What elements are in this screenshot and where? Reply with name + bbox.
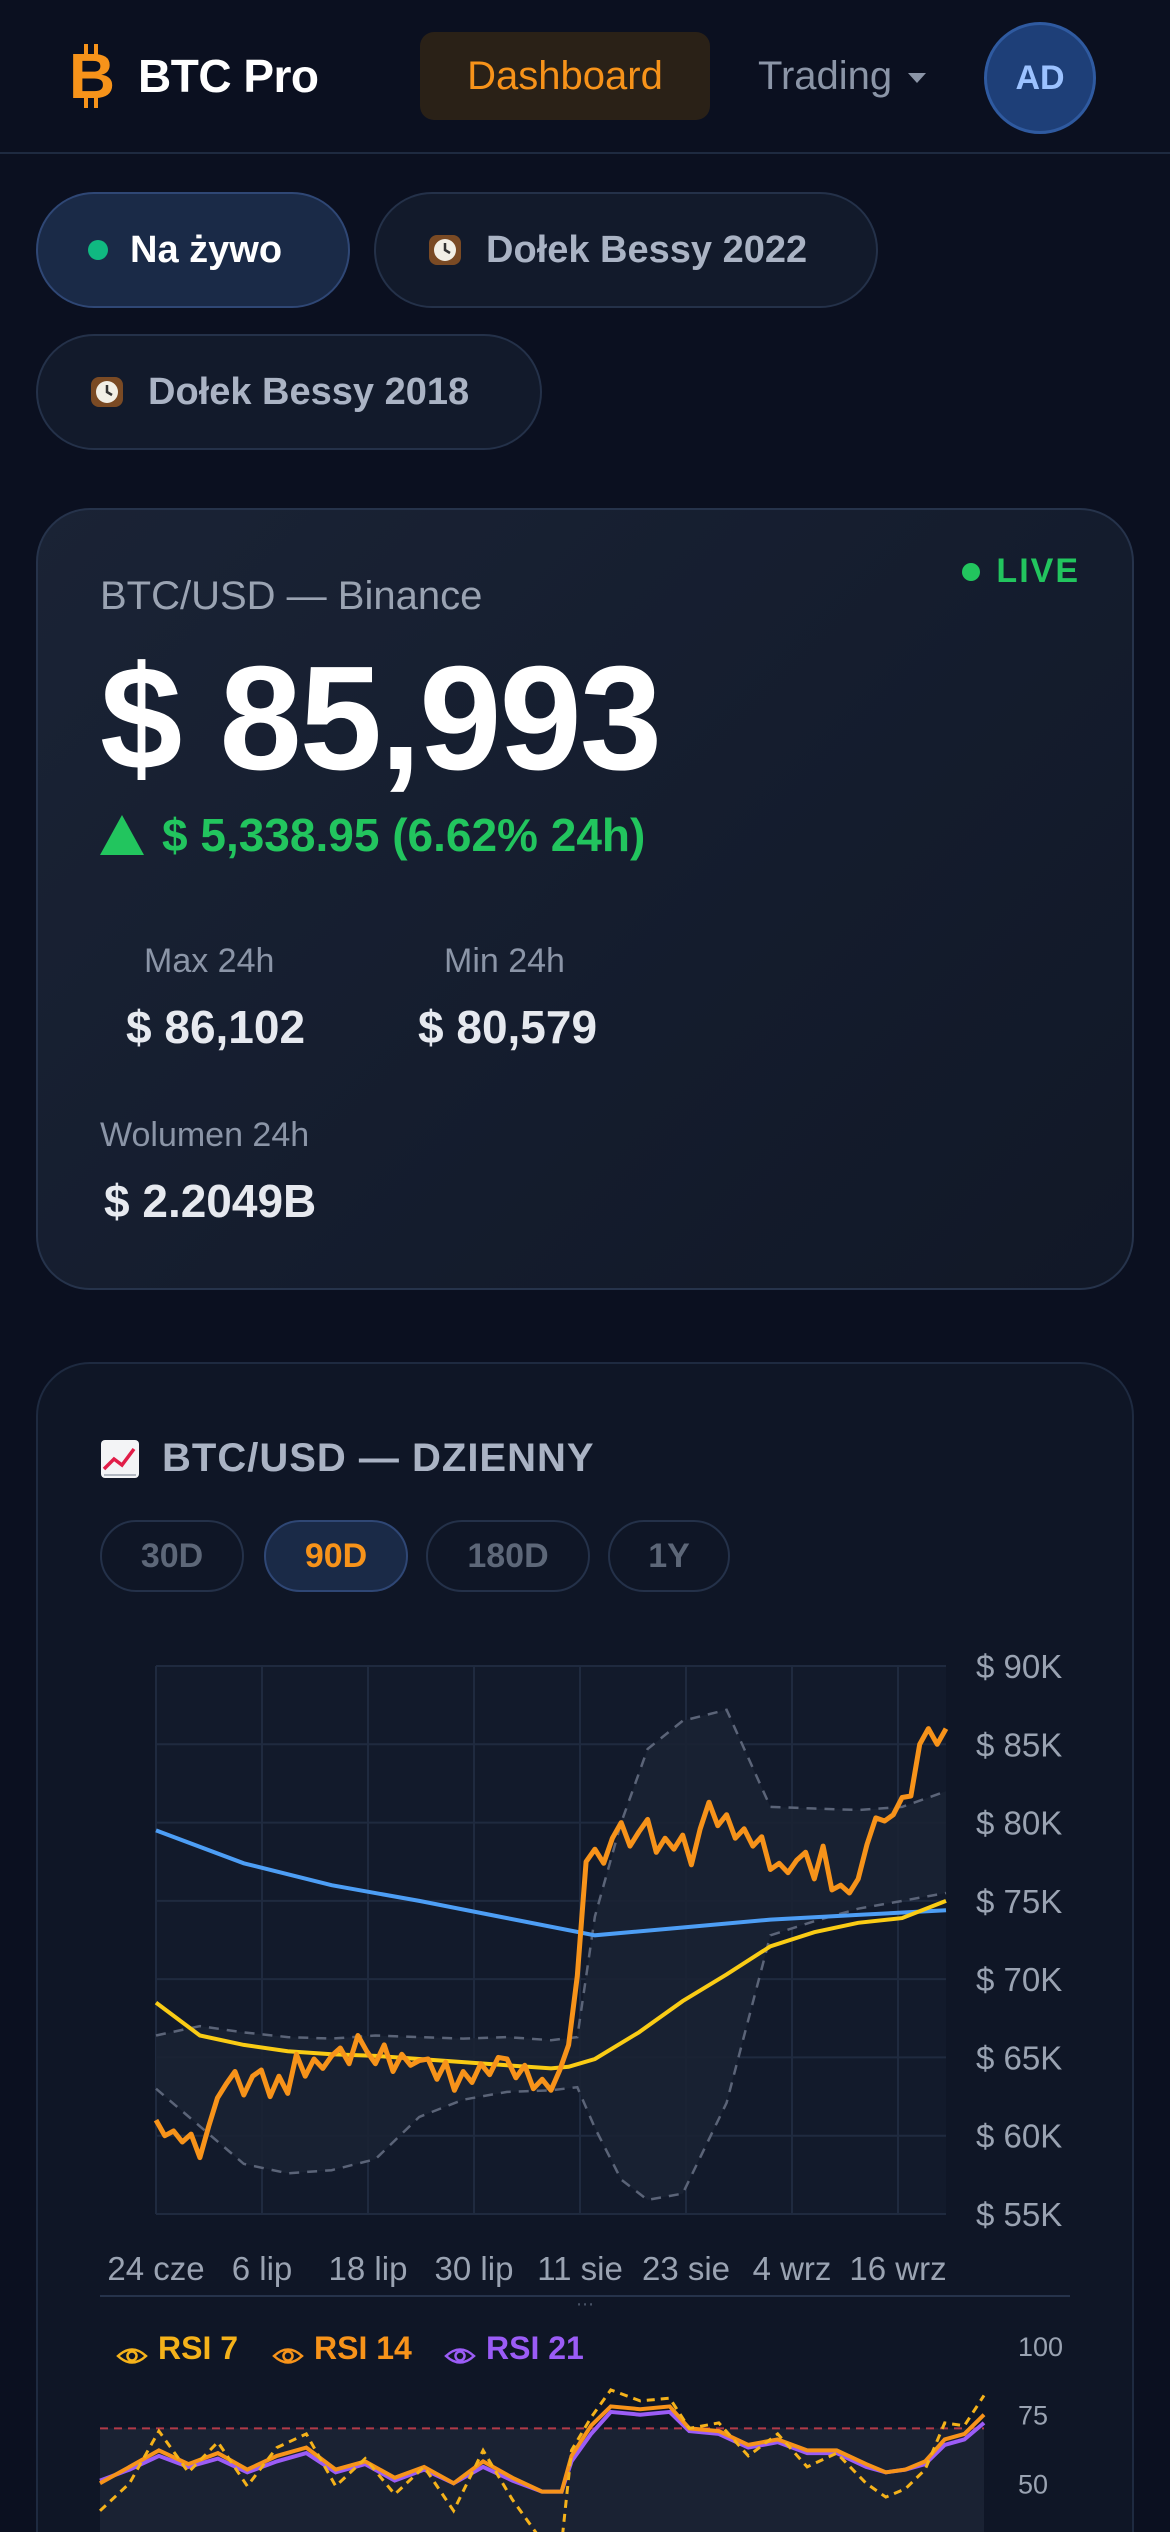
app-header: B BTC Pro Dashboard Trading AD [0, 0, 1170, 154]
x-tick-label: 4 wrz [753, 2250, 832, 2287]
x-tick-label: 23 sie [642, 2250, 730, 2287]
live-dot-icon [88, 240, 108, 260]
y-tick-label: $ 75K [976, 1883, 1062, 1920]
range-30d-button[interactable]: 30D [100, 1520, 244, 1592]
y-tick-label: $ 85K [976, 1726, 1062, 1763]
mode-bear-2022-button[interactable]: Dołek Bessy 2022 [374, 192, 878, 308]
y-tick-label: $ 55K [976, 2196, 1062, 2233]
chart-increasing-icon [100, 1439, 140, 1479]
price-card: LIVE BTC/USD — Binance $ 85,993 $ 5,338.… [36, 508, 1134, 1290]
brand-name: BTC Pro [138, 50, 319, 102]
x-tick-label: 6 lip [232, 2250, 293, 2287]
mode-bear-2018-button[interactable]: Dołek Bessy 2018 [36, 334, 542, 450]
high-24h-value: $ 86,102 [126, 1001, 306, 1053]
range-180d-button[interactable]: 180D [426, 1520, 590, 1592]
range-90d-button[interactable]: 90D [264, 1520, 408, 1592]
x-tick-label: 11 sie [537, 2250, 623, 2287]
y-tick-label: $ 80K [976, 1805, 1062, 1842]
mode-label: Na żywo [130, 228, 283, 271]
price-chart[interactable]: $ 90K $ 85K $ 80K $ 75K $ 70K $ 65K $ 60K $ 55K… [0, 1620, 1170, 2310]
mode-label: Dołek Bessy 2018 [148, 370, 470, 413]
price-change: $ 5,338.95 (6.62% 24h) [100, 808, 645, 862]
nav-trading-label: Trading [758, 53, 893, 98]
high-24h-label: Max 24h [144, 942, 275, 980]
rsi-y-tick-label: 50 [1018, 2469, 1048, 2499]
nav-trading-dropdown[interactable]: Trading [758, 32, 927, 120]
clock-icon [88, 373, 126, 411]
x-tick-label: 24 cze [107, 2250, 204, 2287]
brand[interactable]: B BTC Pro [70, 40, 319, 112]
x-tick-label: 30 lip [435, 2250, 514, 2287]
rsi-neutral-zone [100, 2428, 984, 2532]
current-price: $ 85,993 [100, 636, 662, 801]
user-avatar[interactable]: AD [984, 22, 1096, 134]
nav-dashboard[interactable]: Dashboard [420, 32, 710, 120]
y-tick-label: $ 70K [976, 1961, 1062, 1998]
pair-label: BTC/USD — Binance [100, 574, 483, 618]
chevron-down-icon [908, 73, 927, 83]
triangle-up-icon [100, 815, 144, 855]
low-24h-value: $ 80,579 [418, 1001, 598, 1053]
mode-label: Dołek Bessy 2022 [486, 228, 808, 271]
bitcoin-logo-icon: B [70, 40, 114, 112]
y-tick-label: $ 65K [976, 2039, 1062, 2076]
chart-title-text: BTC/USD — DZIENNY [162, 1436, 595, 1480]
low-24h-label: Min 24h [444, 942, 565, 980]
rsi-y-tick-label: 100 [1018, 2332, 1063, 2362]
mode-live-button[interactable]: Na żywo [36, 192, 350, 308]
live-dot-icon [962, 562, 981, 581]
rsi-y-tick-label: 75 [1018, 2401, 1048, 2431]
y-tick-label: $ 60K [976, 2118, 1062, 2155]
price-change-value: $ 5,338.95 (6.62% 24h) [162, 809, 646, 861]
chart-title: BTC/USD — DZIENNY [100, 1436, 595, 1481]
x-tick-label: 16 wrz [849, 2250, 946, 2287]
y-tick-label: $ 90K [976, 1648, 1062, 1685]
svg-text:B: B [70, 40, 114, 112]
live-indicator: LIVE [962, 552, 1080, 591]
volume-24h-label: Wolumen 24h [100, 1116, 310, 1154]
rsi-chart[interactable]: 100755025 [0, 2290, 1170, 2532]
clock-icon [426, 231, 464, 269]
x-tick-label: 18 lip [329, 2250, 408, 2287]
range-1y-button[interactable]: 1Y [608, 1520, 730, 1592]
live-label: LIVE [996, 552, 1080, 590]
volume-24h-value: $ 2.2049B [104, 1175, 317, 1227]
